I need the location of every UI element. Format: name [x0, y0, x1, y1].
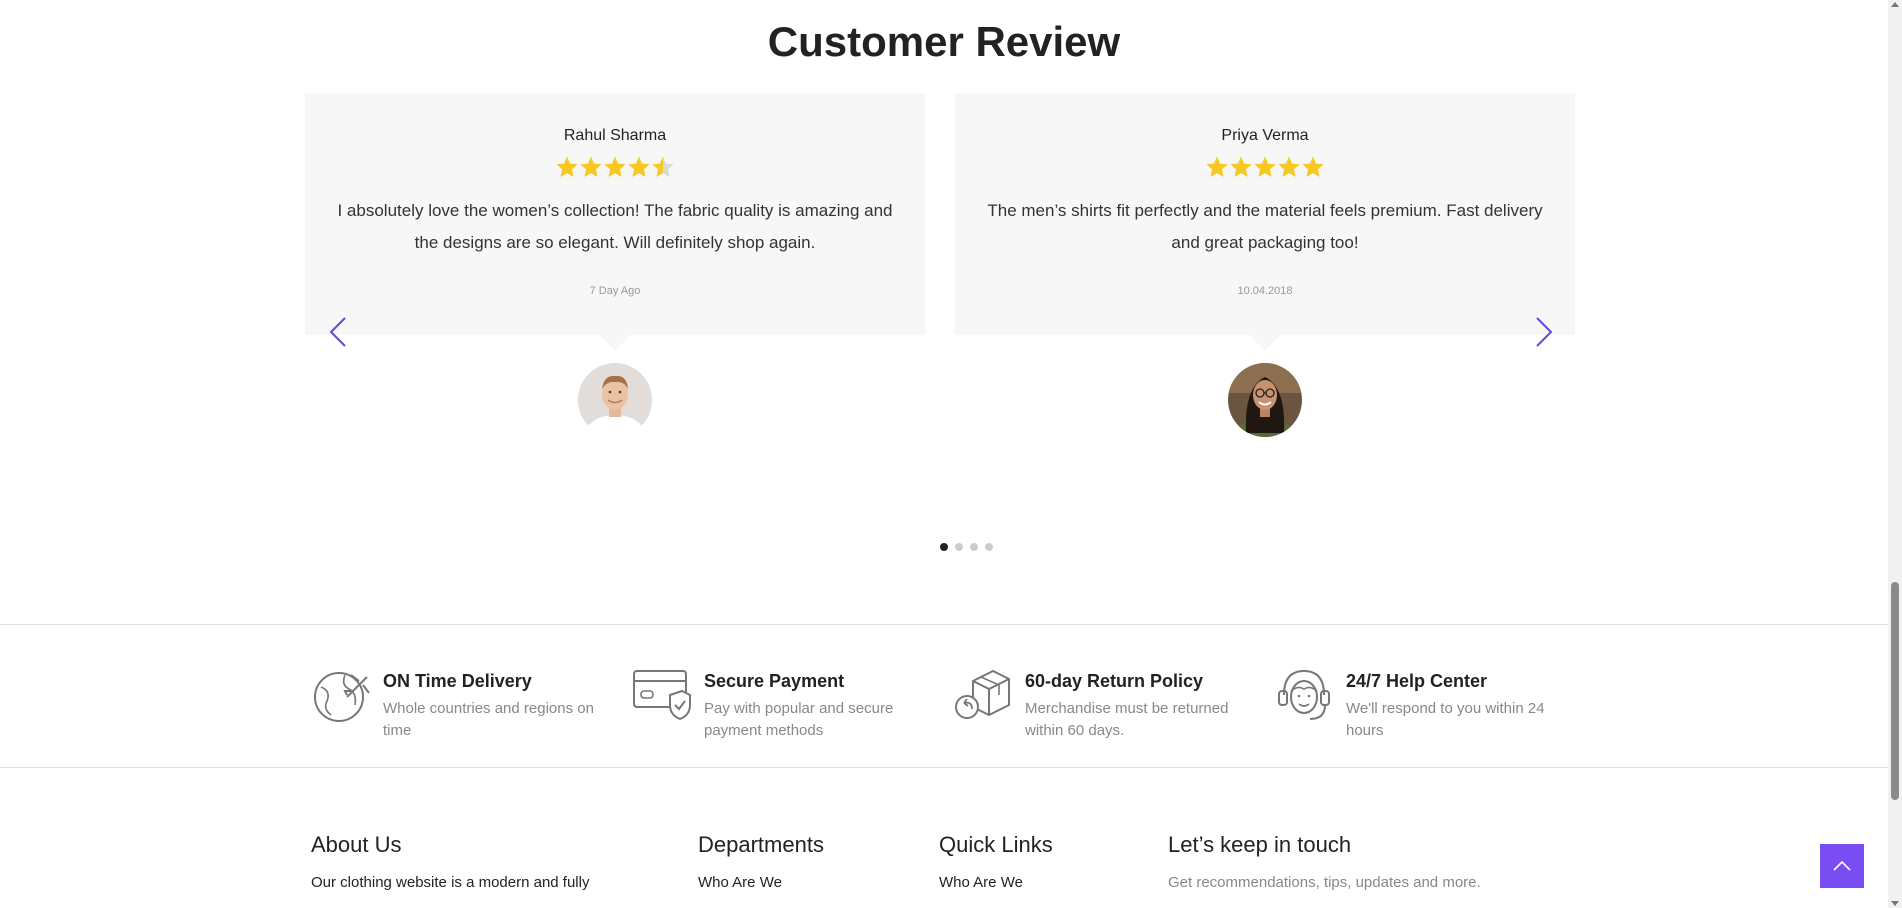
feature-title: ON Time Delivery	[383, 671, 532, 691]
headset-support-icon	[1278, 669, 1330, 720]
feature-help: 24/7 Help Center We'll respond to you wi…	[1274, 665, 1574, 742]
footer-link[interactable]: Who Are We	[939, 874, 1053, 891]
carousel-prev-button[interactable]	[325, 315, 351, 349]
chevron-right-icon	[1536, 317, 1553, 347]
carousel-next-button[interactable]	[1531, 315, 1557, 349]
box-return-icon	[955, 669, 1010, 719]
section-title: Customer Review	[767, 18, 1121, 65]
feature-title: 24/7 Help Center	[1346, 671, 1488, 691]
star-rating	[955, 155, 1575, 183]
star-icon	[556, 156, 578, 177]
scrollbar-thumb[interactable]	[1891, 582, 1899, 800]
footer-link[interactable]: Who Are We	[698, 874, 824, 891]
reviewer-name: Rahul Sharma	[563, 127, 667, 144]
credit-card-shield-icon	[633, 670, 691, 721]
page-scrollbar[interactable]	[1888, 0, 1902, 908]
feature-description: Merchandise must be returned within 60 d…	[1025, 700, 1229, 739]
page: Customer Review Rahul Sharma I absolutel…	[0, 0, 1888, 908]
review-date: 7 Day Ago	[589, 285, 641, 297]
star-icon	[1254, 156, 1276, 177]
review-text: I absolutely love the women’s collection…	[337, 201, 893, 252]
chevron-up-icon	[1833, 860, 1851, 871]
footer-heading: Departments	[698, 832, 824, 857]
reviewer-avatar	[578, 363, 652, 437]
chevron-left-icon	[329, 317, 346, 347]
feature-description: Pay with popular and secure payment meth…	[704, 700, 894, 739]
feature-description: We'll respond to you within 24 hours	[1346, 700, 1545, 739]
feature-title: 60-day Return Policy	[1025, 671, 1204, 691]
feature-payment: Secure Payment Pay with popular and secu…	[632, 665, 932, 742]
review-card: Rahul Sharma I absolutely love the women…	[305, 93, 925, 351]
footer-heading: Quick Links	[939, 832, 1053, 857]
footer-about: About Us Our clothing website is a moder…	[311, 832, 589, 891]
card-pointer	[1249, 335, 1281, 351]
star-icon	[1230, 156, 1252, 177]
review-card: Priya Verma The men’s shirts fit perfect…	[955, 93, 1575, 351]
card-pointer	[599, 335, 631, 351]
reviewer-avatar	[1228, 363, 1302, 437]
review-text: The men’s shirts fit perfectly and the m…	[987, 201, 1543, 252]
feature-return: 60-day Return Policy Merchandise must be…	[953, 665, 1253, 742]
star-icon	[628, 156, 650, 177]
pagination-dot[interactable]	[970, 543, 978, 551]
carousel-pagination	[940, 543, 993, 551]
review-date: 10.04.2018	[1237, 285, 1293, 297]
globe-plane-icon	[314, 672, 370, 722]
pagination-dot[interactable]	[955, 543, 963, 551]
feature-title: Secure Payment	[704, 671, 845, 691]
footer-quick-links: Quick Links Who Are We	[939, 832, 1053, 891]
star-icon	[1206, 156, 1228, 177]
star-icon	[1302, 156, 1324, 177]
pagination-dot[interactable]	[940, 543, 948, 551]
pagination-dot[interactable]	[985, 543, 993, 551]
reviewer-name: Priya Verma	[1221, 127, 1309, 144]
scroll-up-arrow-icon[interactable]	[1891, 2, 1899, 7]
scroll-down-arrow-icon[interactable]	[1891, 901, 1899, 906]
footer-heading: About Us	[311, 832, 402, 857]
feature-delivery: ON Time Delivery Whole countries and reg…	[311, 665, 611, 742]
star-icon	[580, 156, 602, 177]
footer-heading: Let’s keep in touch	[1168, 832, 1352, 857]
star-icon	[652, 156, 674, 177]
star-rating	[305, 155, 925, 183]
features-strip: ON Time Delivery Whole countries and reg…	[0, 624, 1888, 768]
newsletter-text: Get recommendations, tips, updates and m…	[1168, 874, 1481, 891]
about-text: Our clothing website is a modern and ful…	[311, 874, 590, 891]
feature-description: Whole countries and regions on time	[383, 700, 594, 739]
star-icon	[1278, 156, 1300, 177]
back-to-top-button[interactable]	[1820, 844, 1864, 888]
footer-keep-in-touch: Let’s keep in touch Get recommendations,…	[1168, 832, 1481, 891]
star-icon	[604, 156, 626, 177]
footer-departments: Departments Who Are We	[698, 832, 824, 891]
